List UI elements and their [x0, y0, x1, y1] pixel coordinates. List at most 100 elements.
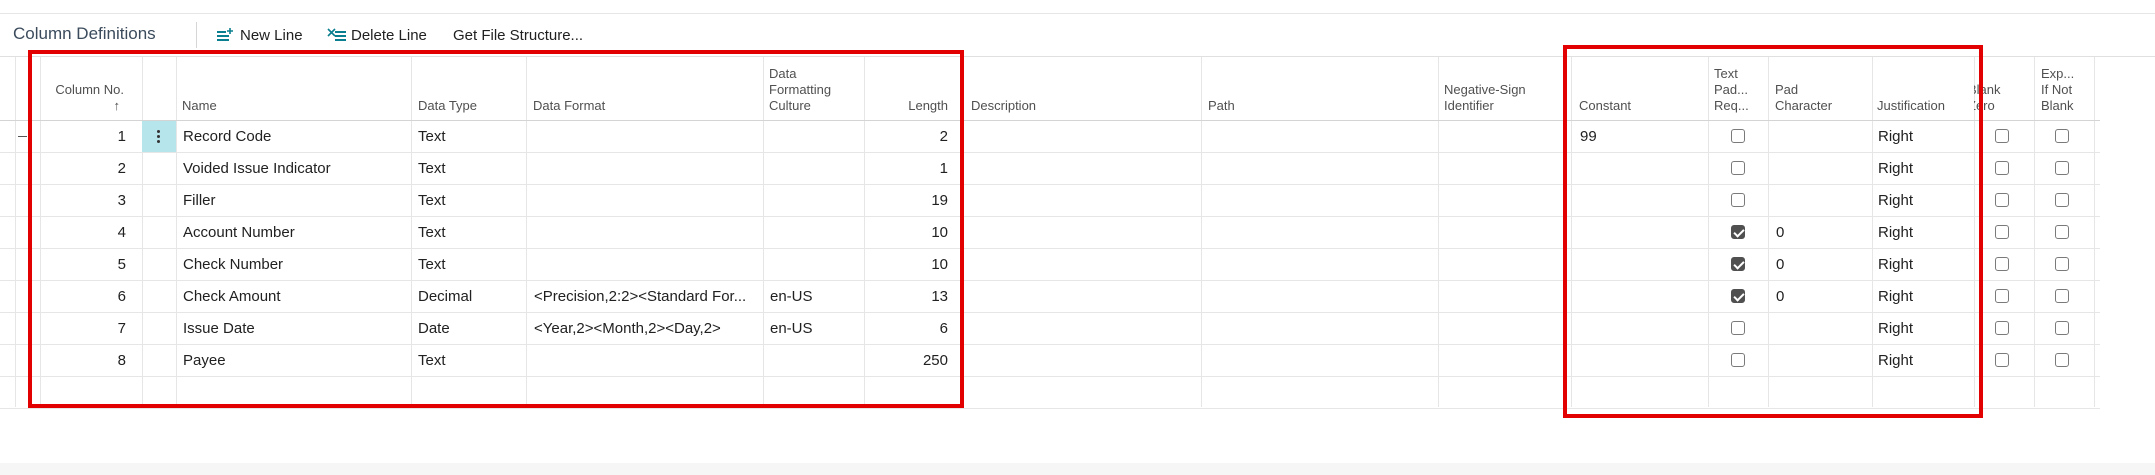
cell-data-formatting-culture[interactable]	[770, 249, 860, 280]
cell-constant[interactable]	[1580, 153, 1704, 184]
cell-path[interactable]	[1208, 217, 1436, 248]
delete-line-button[interactable]: Delete Line	[327, 25, 432, 47]
cell-data-formatting-culture[interactable]: en-US	[770, 313, 860, 344]
text-padding-required-checkbox[interactable]	[1731, 193, 1745, 207]
table-row[interactable]: 5 Check Number Text 10 0 Right	[0, 249, 2100, 281]
cell-path[interactable]	[1208, 345, 1436, 376]
blank-zero-checkbox[interactable]	[1995, 289, 2009, 303]
cell-path[interactable]	[1208, 153, 1436, 184]
row-actions-button[interactable]	[142, 121, 176, 152]
cell-column-no[interactable]: 3	[46, 185, 126, 216]
cell-pad-character[interactable]	[1776, 185, 1868, 216]
cell-name[interactable]: Filler	[183, 185, 407, 216]
cell-description[interactable]	[968, 313, 1198, 344]
cell-justification[interactable]: Right	[1878, 281, 1970, 312]
blank-zero-checkbox[interactable]	[1995, 161, 2009, 175]
cell-length[interactable]: 250	[870, 345, 948, 376]
cell-constant[interactable]	[1580, 185, 1704, 216]
cell-constant[interactable]	[1580, 313, 1704, 344]
cell-data-type[interactable]: Text	[418, 217, 522, 248]
header-export-if-not-blank[interactable]: Exp... If Not Blank	[2041, 57, 2091, 120]
text-padding-required-checkbox[interactable]	[1731, 353, 1745, 367]
text-padding-required-checkbox[interactable]	[1731, 321, 1745, 335]
cell-path[interactable]	[1208, 185, 1436, 216]
cell-negative-sign-identifier[interactable]	[1444, 345, 1568, 376]
cell-name[interactable]: Account Number	[183, 217, 407, 248]
cell-length[interactable]: 1	[870, 153, 948, 184]
cell-data-formatting-culture[interactable]	[770, 217, 860, 248]
cell-column-no[interactable]: 1	[46, 121, 126, 152]
text-padding-required-checkbox[interactable]	[1731, 161, 1745, 175]
blank-zero-checkbox[interactable]	[1995, 193, 2009, 207]
cell-data-format[interactable]: <Precision,2:2><Standard For...	[534, 281, 760, 312]
cell-column-no[interactable]: 7	[46, 313, 126, 344]
blank-zero-checkbox[interactable]	[1995, 257, 2009, 271]
cell-data-format[interactable]	[534, 121, 760, 152]
cell-constant[interactable]: 99	[1580, 121, 1704, 152]
cell-length[interactable]: 2	[870, 121, 948, 152]
cell-length[interactable]: 6	[870, 313, 948, 344]
cell-data-format[interactable]	[534, 249, 760, 280]
export-if-not-blank-checkbox[interactable]	[2055, 129, 2069, 143]
cell-column-no[interactable]: 2	[46, 153, 126, 184]
cell-justification[interactable]: Right	[1878, 121, 1970, 152]
cell-pad-character[interactable]: 0	[1776, 281, 1868, 312]
header-description[interactable]: Description	[971, 57, 1196, 120]
cell-length[interactable]: 10	[870, 217, 948, 248]
text-padding-required-checkbox[interactable]	[1731, 257, 1745, 271]
table-row[interactable]: 6 Check Amount Decimal <Precision,2:2><Stan…	[0, 281, 2100, 313]
cell-justification[interactable]: Right	[1878, 249, 1970, 280]
cell-negative-sign-identifier[interactable]	[1444, 313, 1568, 344]
cell-data-format[interactable]	[534, 345, 760, 376]
cell-constant[interactable]	[1580, 249, 1704, 280]
text-padding-required-checkbox[interactable]	[1731, 129, 1745, 143]
cell-name[interactable]: Check Amount	[183, 281, 407, 312]
new-line-button[interactable]: New Line	[216, 25, 306, 47]
export-if-not-blank-checkbox[interactable]	[2055, 257, 2069, 271]
cell-data-type[interactable]: Decimal	[418, 281, 522, 312]
cell-length[interactable]: 19	[870, 185, 948, 216]
cell-path[interactable]	[1208, 121, 1436, 152]
text-padding-required-checkbox[interactable]	[1731, 225, 1745, 239]
header-path[interactable]: Path	[1208, 57, 1433, 120]
export-if-not-blank-checkbox[interactable]	[2055, 193, 2069, 207]
cell-description[interactable]	[968, 217, 1198, 248]
new-empty-row[interactable]	[0, 377, 2100, 409]
export-if-not-blank-checkbox[interactable]	[2055, 161, 2069, 175]
get-file-structure-button[interactable]: Get File Structure...	[453, 25, 588, 47]
header-justification[interactable]: Justification	[1877, 57, 1972, 120]
cell-pad-character[interactable]	[1776, 121, 1868, 152]
cell-name[interactable]: Voided Issue Indicator	[183, 153, 407, 184]
cell-data-formatting-culture[interactable]	[770, 153, 860, 184]
cell-negative-sign-identifier[interactable]	[1444, 153, 1568, 184]
cell-pad-character[interactable]: 0	[1776, 249, 1868, 280]
cell-column-no[interactable]: 8	[46, 345, 126, 376]
blank-zero-checkbox[interactable]	[1995, 225, 2009, 239]
blank-zero-checkbox[interactable]	[1995, 321, 2009, 335]
blank-zero-checkbox[interactable]	[1995, 129, 2009, 143]
cell-pad-character[interactable]	[1776, 313, 1868, 344]
cell-data-formatting-culture[interactable]	[770, 185, 860, 216]
header-data-type[interactable]: Data Type	[418, 57, 523, 120]
blank-zero-checkbox[interactable]	[1995, 353, 2009, 367]
export-if-not-blank-checkbox[interactable]	[2055, 225, 2069, 239]
cell-data-formatting-culture[interactable]	[770, 345, 860, 376]
horizontal-scroll-area[interactable]	[0, 463, 2155, 475]
text-padding-required-checkbox[interactable]	[1731, 289, 1745, 303]
header-name[interactable]: Name	[182, 57, 407, 120]
cell-description[interactable]	[968, 249, 1198, 280]
cell-negative-sign-identifier[interactable]	[1444, 217, 1568, 248]
cell-pad-character[interactable]	[1776, 345, 1868, 376]
cell-pad-character[interactable]: 0	[1776, 217, 1868, 248]
cell-justification[interactable]: Right	[1878, 185, 1970, 216]
export-if-not-blank-checkbox[interactable]	[2055, 321, 2069, 335]
cell-data-type[interactable]: Date	[418, 313, 522, 344]
cell-negative-sign-identifier[interactable]	[1444, 281, 1568, 312]
header-blank-zero[interactable]: Blank Zero	[1974, 57, 2030, 120]
header-column-no[interactable]: Column No. ↑	[40, 57, 140, 120]
page-title[interactable]: Column Definitions	[13, 24, 156, 44]
table-row[interactable]: 4 Account Number Text 10 0 Right	[0, 217, 2100, 249]
cell-data-type[interactable]: Text	[418, 345, 522, 376]
cell-data-format[interactable]	[534, 153, 760, 184]
cell-column-no[interactable]: 4	[46, 217, 126, 248]
